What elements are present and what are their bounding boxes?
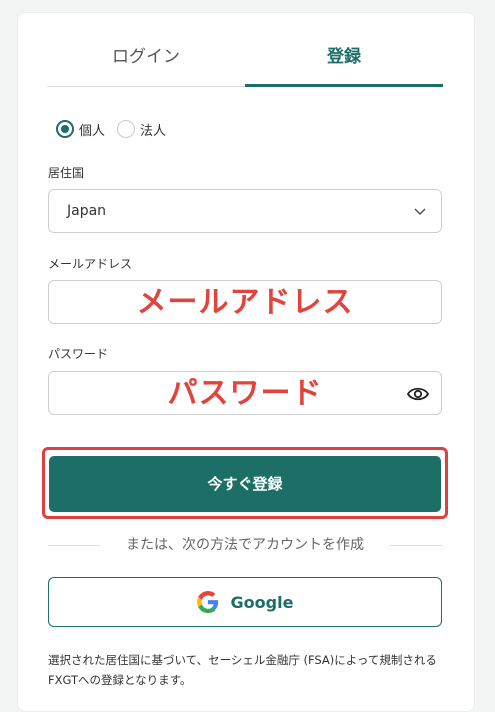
radio-corporate-label: 法人 xyxy=(140,123,167,139)
divider-text: または、次の方法でアカウントを作成 xyxy=(126,537,364,553)
country-label: 居住国 xyxy=(48,166,85,180)
email-label: メールアドレス xyxy=(48,257,133,271)
password-annotation: パスワード xyxy=(167,376,323,411)
google-icon xyxy=(196,591,218,613)
tab-underline xyxy=(47,86,245,87)
country-select[interactable]: Japan xyxy=(48,189,442,233)
google-label: Google xyxy=(230,592,294,612)
password-label: パスワード xyxy=(48,347,109,361)
divider-right xyxy=(390,545,442,546)
eye-icon[interactable] xyxy=(407,384,429,404)
tab-register[interactable]: 登録 xyxy=(245,40,443,86)
radio-individual[interactable]: 個人 xyxy=(56,120,105,139)
tab-active-indicator xyxy=(245,84,443,87)
radio-individual-label: 個人 xyxy=(79,123,106,139)
tab-login[interactable]: ログイン xyxy=(47,40,245,86)
radio-unchecked-icon xyxy=(117,120,136,138)
divider-left xyxy=(48,545,100,546)
country-value: Japan xyxy=(67,203,107,219)
email-annotation: メールアドレス xyxy=(136,285,354,320)
auth-tabs: ログイン 登録 xyxy=(47,40,443,88)
account-type-group: 個人 法人 xyxy=(56,118,178,140)
radio-corporate[interactable]: 法人 xyxy=(117,120,166,139)
radio-checked-icon xyxy=(56,120,74,138)
chevron-down-icon xyxy=(414,208,426,216)
regulatory-notice: 選択された居住国に基づいて、セーシェル金融庁 (FSA)によって規制されるFXG… xyxy=(48,653,437,687)
password-field[interactable]: パスワード xyxy=(48,371,442,415)
register-button[interactable]: 今すぐ登録 xyxy=(49,456,441,512)
google-signup-button[interactable]: Google xyxy=(48,577,442,627)
email-field[interactable]: メールアドレス xyxy=(48,280,442,324)
